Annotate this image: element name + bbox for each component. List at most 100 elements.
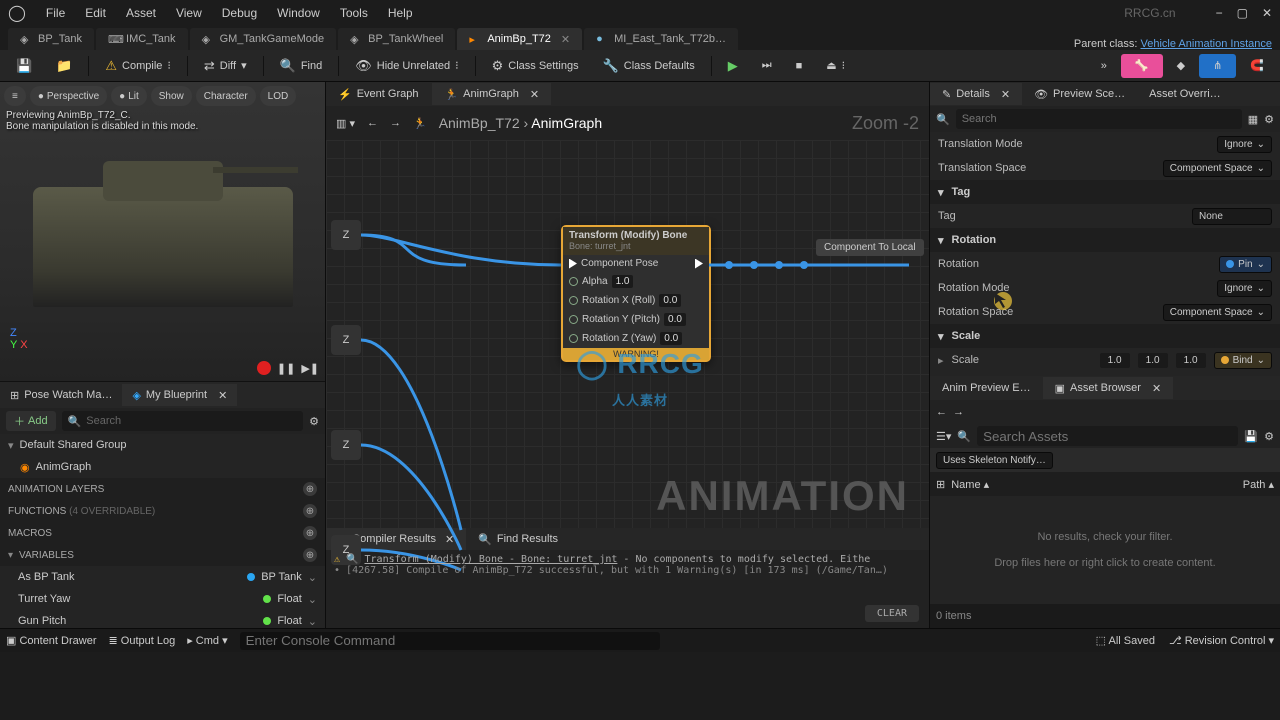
viewport-show[interactable]: Show <box>151 86 192 106</box>
asset-browser-body[interactable]: No results, check your filter. Drop file… <box>930 496 1280 604</box>
viewport-lit[interactable]: ● Lit <box>111 86 147 106</box>
step-button[interactable]: ⏭ <box>754 54 780 78</box>
expand-icon[interactable]: ▸ <box>938 354 944 367</box>
asset-search[interactable] <box>977 426 1238 446</box>
scale-section[interactable]: ▾ Scale <box>930 324 1280 348</box>
menu-edit[interactable]: Edit <box>85 6 106 20</box>
tag-section[interactable]: ▾ Tag <box>930 180 1280 204</box>
window-close-icon[interactable]: ✕ <box>1262 6 1272 20</box>
browse-button[interactable]: 📁 <box>48 54 80 78</box>
roty-pin[interactable] <box>569 315 578 324</box>
tab-animbp-t72[interactable]: ▸AnimBp_T72✕ <box>457 28 582 50</box>
details-tab[interactable]: ✎Details✕ <box>930 83 1022 105</box>
close-icon[interactable]: ✕ <box>445 533 454 546</box>
skeleton-mode-button[interactable]: 🦴 <box>1121 54 1163 78</box>
menu-window[interactable]: Window <box>277 6 320 20</box>
compile-button[interactable]: ⚠Compile ⁝ <box>97 54 179 78</box>
class-defaults-button[interactable]: 🔧Class Defaults <box>595 54 703 78</box>
tab-bp-tank[interactable]: ◈BP_Tank <box>8 28 94 50</box>
menu-help[interactable]: Help <box>388 6 413 20</box>
window-minimize-icon[interactable]: − <box>1216 6 1223 20</box>
revision-control-button[interactable]: ⎇ Revision Control ▾ <box>1169 634 1274 647</box>
nav-fwd[interactable]: → <box>390 117 401 129</box>
nav-menu-icon[interactable]: ▥ ▾ <box>336 117 355 130</box>
record-button[interactable] <box>257 361 271 375</box>
exec-pin-out[interactable] <box>695 259 703 269</box>
graph-node-input[interactable]: Z <box>331 220 361 250</box>
var-as-bp-tank[interactable]: As BP TankBP Tank⌄ <box>0 566 325 588</box>
plus-icon[interactable]: ⊕ <box>303 548 317 562</box>
nav-back[interactable]: ← <box>367 117 378 129</box>
settings-icon[interactable]: ⚙ <box>1264 430 1274 443</box>
menu-debug[interactable]: Debug <box>222 6 257 20</box>
viewport-lod[interactable]: LOD <box>260 86 297 106</box>
output-log-button[interactable]: ≣ Output Log <box>109 634 176 647</box>
macros-header[interactable]: MACROS⊕ <box>0 522 325 544</box>
asset-browser-tab[interactable]: ▣Asset Browser✕ <box>1043 377 1174 399</box>
translation-space-dropdown[interactable]: Component Space ⌄ <box>1163 160 1272 177</box>
stop-button[interactable]: ■ <box>788 54 811 78</box>
bind-dropdown[interactable]: Bind ⌄ <box>1214 352 1272 369</box>
skeleton-notify-filter[interactable]: Uses Skeleton Notify… <box>936 452 1053 469</box>
class-settings-button[interactable]: ⚙Class Settings <box>484 54 587 78</box>
animgraph-item[interactable]: ◉AnimGraph <box>0 456 325 478</box>
viewport-perspective[interactable]: ● Perspective <box>30 86 107 106</box>
overflow-button[interactable]: » <box>1093 54 1115 78</box>
window-maximize-icon[interactable]: ▢ <box>1237 6 1248 20</box>
my-blueprint-tab[interactable]: ◈My Blueprint✕ <box>122 384 237 406</box>
grid-icon[interactable]: ▦ <box>1248 113 1258 126</box>
settings-icon[interactable]: ⚙ <box>1264 113 1274 126</box>
anim-layers-header[interactable]: ANIMATION LAYERS⊕ <box>0 478 325 500</box>
nav-back[interactable]: ← <box>936 406 947 418</box>
menu-view[interactable]: View <box>176 6 202 20</box>
cmd-dropdown[interactable]: ▸ Cmd ▾ <box>187 634 227 647</box>
compiler-warning-line[interactable]: ⚠ 🔍 Transform (Modify) Bone - Bone: turr… <box>334 554 921 565</box>
event-graph-tab[interactable]: ⚡Event Graph <box>326 83 430 105</box>
preview-scene-tab[interactable]: 👁Preview Sce… <box>1022 83 1137 105</box>
plus-icon[interactable]: ⊕ <box>303 504 317 518</box>
asset-override-tab[interactable]: Asset Overri… <box>1137 83 1233 105</box>
close-icon[interactable]: ✕ <box>1001 88 1010 101</box>
save-icon[interactable]: 💾 <box>1244 430 1258 443</box>
translation-mode-dropdown[interactable]: Ignore ⌄ <box>1217 136 1272 153</box>
graph-node-input[interactable]: Z <box>331 430 361 460</box>
play-button[interactable]: ▶ <box>720 54 746 78</box>
default-shared-group[interactable]: ▾Default Shared Group <box>0 434 325 456</box>
transform-modify-bone-node[interactable]: Transform (Modify) BoneBone: turret_jnt … <box>561 225 711 362</box>
rotation-space-dropdown[interactable]: Component Space ⌄ <box>1163 304 1272 321</box>
tag-field[interactable]: None <box>1192 208 1272 225</box>
graph-canvas[interactable]: Z Z Z Z Transform (Modify) BoneBone: tur… <box>326 140 929 528</box>
anim-graph-tab[interactable]: 🏃AnimGraph✕ <box>432 83 551 105</box>
save-button[interactable]: 💾 <box>8 54 40 78</box>
component-to-local-node[interactable]: Component To Local <box>816 239 924 256</box>
close-tab-icon[interactable]: ✕ <box>561 33 570 46</box>
rotation-mode-dropdown[interactable]: Ignore ⌄ <box>1217 280 1272 297</box>
filter-icon[interactable]: ☰▾ <box>936 430 951 443</box>
scale-z[interactable]: 1.0 <box>1176 353 1206 368</box>
scale-y[interactable]: 1.0 <box>1138 353 1168 368</box>
tab-gm-gamemode[interactable]: ◈GM_TankGameMode <box>190 28 337 50</box>
close-icon[interactable]: ✕ <box>218 389 227 402</box>
anim-preview-editor-tab[interactable]: Anim Preview E… <box>930 377 1043 399</box>
var-turret-yaw[interactable]: Turret YawFloat⌄ <box>0 588 325 610</box>
physics-mode-button[interactable]: 🧲 <box>1242 54 1272 78</box>
pause-button[interactable]: ❚❚ <box>277 362 295 375</box>
add-button[interactable]: ＋ Add <box>6 411 56 431</box>
anim-mode-button[interactable]: ⋔ <box>1199 54 1236 78</box>
parent-class-link[interactable]: Vehicle Animation Instance <box>1141 38 1272 50</box>
rotation-section[interactable]: ▾ Rotation <box>930 228 1280 252</box>
viewport-character[interactable]: Character <box>196 86 256 106</box>
close-icon[interactable]: ✕ <box>530 88 539 101</box>
mesh-mode-button[interactable]: ◆ <box>1169 54 1193 78</box>
pose-watch-tab[interactable]: ⊞Pose Watch Ma… <box>0 384 122 406</box>
tab-imc-tank[interactable]: ⌨IMC_Tank <box>96 28 188 50</box>
content-drawer-button[interactable]: ▣ Content Drawer <box>6 634 97 647</box>
plus-icon[interactable]: ⊕ <box>303 526 317 540</box>
name-column[interactable]: Name ▴ <box>951 478 1237 491</box>
find-button[interactable]: 🔍Find <box>272 54 331 78</box>
var-gun-pitch[interactable]: Gun PitchFloat⌄ <box>0 610 325 628</box>
find-results-tab[interactable]: 🔍Find Results <box>466 528 570 550</box>
path-column[interactable]: Path ▴ <box>1243 478 1274 491</box>
menu-asset[interactable]: Asset <box>126 6 156 20</box>
console-input[interactable] <box>240 632 660 650</box>
